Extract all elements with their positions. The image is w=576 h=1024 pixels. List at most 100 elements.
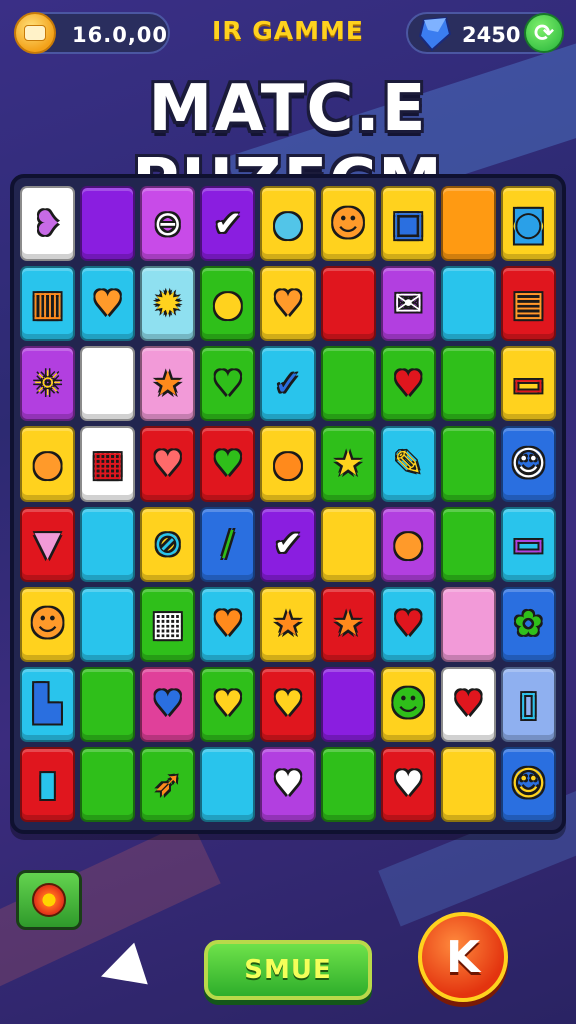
- board-tile[interactable]: ✔: [260, 506, 316, 582]
- board-tile[interactable]: ⊖: [140, 186, 196, 262]
- refresh-icon[interactable]: ⟳: [524, 13, 564, 53]
- tablet-icon: ▭: [512, 363, 545, 404]
- board-tile[interactable]: [80, 186, 136, 262]
- board-tile[interactable]: /: [200, 506, 256, 582]
- board-tile[interactable]: ◙: [500, 186, 556, 262]
- board-tile[interactable]: ✎: [380, 426, 436, 502]
- board-tile[interactable]: ▣: [380, 186, 436, 262]
- heart-icon: ♥: [272, 764, 304, 805]
- board-tile[interactable]: ♥: [200, 666, 256, 742]
- calendar-icon: ▦: [151, 604, 184, 645]
- board-tile[interactable]: ♥: [260, 746, 316, 822]
- board-tile[interactable]: ▭: [500, 506, 556, 582]
- board-tile[interactable]: ♥: [440, 666, 496, 742]
- lion-icon: ☻: [330, 203, 366, 244]
- camera-icon: ◙: [511, 203, 545, 244]
- board-tile[interactable]: ●: [260, 426, 316, 502]
- lion-icon: ☻: [390, 684, 426, 725]
- rocket-icon: ➶: [153, 764, 183, 805]
- board-tile[interactable]: ★: [320, 586, 376, 662]
- blob-icon: ●: [273, 443, 303, 484]
- board-tile[interactable]: ♥: [80, 266, 136, 342]
- board-tile[interactable]: ▮: [20, 746, 76, 822]
- tile-grid: ❥ ⊖ ✔ ● ☻ ▣ ◙ ▥ ♥ ✹ ● ♥ ✉ ▤ ☼ ★ ♥ ✓ ♥ ▭ ● ▦ ♥ ♥ ● ★ ✎ ☺ ▼ ⊘ / ✔ ● ▭ ☻ ▦ ♥ ★ ★ ♥…: [20, 186, 556, 822]
- stick-icon: /: [222, 524, 234, 565]
- bandage-icon: ⊘: [153, 524, 183, 565]
- board-tile[interactable]: ▦: [80, 426, 136, 502]
- board-tile[interactable]: [440, 186, 496, 262]
- board-tile[interactable]: [320, 266, 376, 342]
- board-tile[interactable]: ▼: [20, 506, 76, 582]
- board-tile[interactable]: ♥: [200, 586, 256, 662]
- board-tile[interactable]: ●: [260, 186, 316, 262]
- board-tile[interactable]: ⊘: [140, 506, 196, 582]
- heart-icon: ♥: [392, 363, 424, 404]
- board-tile[interactable]: ●: [380, 506, 436, 582]
- board-tile[interactable]: ▤: [500, 266, 556, 342]
- board-tile[interactable]: [440, 346, 496, 422]
- cup-icon: ▼: [34, 524, 61, 565]
- board-tile[interactable]: [320, 506, 376, 582]
- apple-icon: ♥: [212, 363, 244, 404]
- board-tile[interactable]: ♥: [380, 586, 436, 662]
- board-tile[interactable]: [440, 506, 496, 582]
- bag-icon: ▣: [392, 203, 425, 244]
- board-tile[interactable]: ❥: [20, 186, 76, 262]
- back-arrow-icon[interactable]: [94, 942, 148, 998]
- board-tile[interactable]: ☺: [500, 746, 556, 822]
- board-tile[interactable]: ✿: [500, 586, 556, 662]
- board-tile[interactable]: ★: [260, 586, 316, 662]
- gem-icon: [418, 16, 452, 52]
- board-tile[interactable]: ☻: [20, 586, 76, 662]
- board-tile[interactable]: [80, 346, 136, 422]
- board-tile[interactable]: [80, 666, 136, 742]
- board-tile[interactable]: ★: [320, 426, 376, 502]
- heart-icon: ♥: [272, 283, 304, 324]
- board-tile[interactable]: [440, 266, 496, 342]
- gem-counter[interactable]: 2450 ⟳: [406, 12, 564, 54]
- board-tile[interactable]: ♥: [200, 426, 256, 502]
- board-tile[interactable]: ▙: [20, 666, 76, 742]
- board-tile[interactable]: [320, 666, 376, 742]
- board-tile[interactable]: [440, 746, 496, 822]
- board-tile[interactable]: [80, 506, 136, 582]
- board-tile[interactable]: ✓: [260, 346, 316, 422]
- board-tile[interactable]: [320, 346, 376, 422]
- board-tile[interactable]: ✹: [140, 266, 196, 342]
- board-tile[interactable]: ●: [200, 266, 256, 342]
- sun-icon: ☼: [32, 363, 63, 404]
- board-tile[interactable]: ♥: [260, 266, 316, 342]
- close-button[interactable]: K: [418, 912, 508, 1002]
- board-tile[interactable]: ♥: [200, 346, 256, 422]
- board-tile[interactable]: ●: [20, 426, 76, 502]
- heart-icon: ♥: [92, 283, 123, 324]
- board-tile[interactable]: ☻: [380, 666, 436, 742]
- board-tile[interactable]: [80, 586, 136, 662]
- board-tile[interactable]: ♥: [140, 666, 196, 742]
- board-tile[interactable]: ▭: [500, 346, 556, 422]
- board-tile[interactable]: ☻: [320, 186, 376, 262]
- flower-powerup-button[interactable]: [16, 870, 82, 930]
- board-tile[interactable]: [200, 746, 256, 822]
- board-tile[interactable]: [80, 746, 136, 822]
- board-tile[interactable]: ▦: [140, 586, 196, 662]
- board-tile[interactable]: ▯: [500, 666, 556, 742]
- star-burst-icon: ✹: [153, 283, 183, 324]
- main-action-button[interactable]: SMUE: [204, 940, 372, 1000]
- board-tile[interactable]: [440, 426, 496, 502]
- board-tile[interactable]: ▥: [20, 266, 76, 342]
- sock-icon: ▙: [34, 684, 61, 725]
- board-tile[interactable]: ★: [140, 346, 196, 422]
- board-tile[interactable]: [440, 586, 496, 662]
- board-tile[interactable]: ♥: [380, 746, 436, 822]
- board-tile[interactable]: [320, 746, 376, 822]
- board-tile[interactable]: ♥: [380, 346, 436, 422]
- board-tile[interactable]: ♥: [140, 426, 196, 502]
- board-tile[interactable]: ☼: [20, 346, 76, 422]
- heart-icon: ♥: [152, 684, 184, 725]
- board-tile[interactable]: ➶: [140, 746, 196, 822]
- board-tile[interactable]: ☺: [500, 426, 556, 502]
- board-tile[interactable]: ✉: [380, 266, 436, 342]
- board-tile[interactable]: ✔: [200, 186, 256, 262]
- board-tile[interactable]: ♥: [260, 666, 316, 742]
